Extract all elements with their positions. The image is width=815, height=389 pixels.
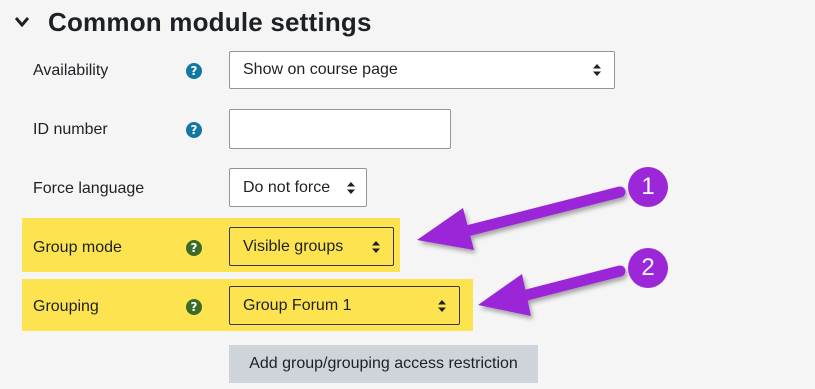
help-icon[interactable]: ? [186, 299, 202, 315]
availability-value: Show on course page [243, 61, 398, 78]
add-restriction-button[interactable]: Add group/grouping access restriction [229, 345, 538, 383]
grouping-label: Grouping [33, 298, 99, 315]
force-language-label: Force language [33, 180, 145, 197]
select-arrows-icon [346, 181, 356, 194]
select-arrows-icon [371, 240, 381, 253]
grouping-value: Group Forum 1 [243, 296, 352, 314]
group-mode-value: Visible groups [243, 237, 344, 255]
select-arrows-icon [437, 299, 447, 312]
grouping-select[interactable]: Group Forum 1 [229, 286, 460, 325]
force-language-value: Do not force [243, 178, 331, 196]
settings-page: Common module settings Availability ? Sh… [0, 0, 815, 389]
group-mode-label: Group mode [33, 239, 122, 256]
help-icon[interactable]: ? [186, 240, 202, 256]
section-header[interactable]: Common module settings [12, 0, 372, 44]
force-language-select[interactable]: Do not force [229, 168, 367, 207]
chevron-down-icon[interactable] [12, 12, 32, 32]
annotation-badge-2: 2 [628, 248, 668, 288]
help-icon[interactable]: ? [186, 122, 202, 138]
annotation-badge-1: 1 [628, 167, 668, 207]
annotation-arrow-2 [478, 265, 626, 316]
id-number-input[interactable] [229, 109, 451, 149]
section-title: Common module settings [48, 6, 372, 37]
availability-label: Availability [33, 62, 109, 79]
select-arrows-icon [592, 64, 602, 76]
annotation-arrow-1 [417, 186, 626, 250]
availability-select[interactable]: Show on course page [229, 51, 615, 89]
id-number-label: ID number [33, 121, 108, 138]
group-mode-select[interactable]: Visible groups [229, 227, 394, 266]
help-icon[interactable]: ? [186, 63, 202, 79]
